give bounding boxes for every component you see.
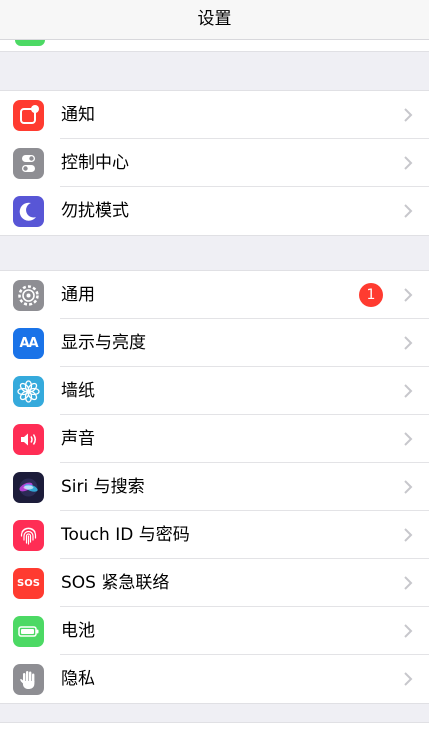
- chevron-right-icon: [404, 384, 413, 398]
- settings-row-label: 显示与亮度: [61, 333, 146, 353]
- settings-row-battery[interactable]: 电池: [0, 607, 429, 655]
- chevron-right-icon: [404, 480, 413, 494]
- settings-row-privacy[interactable]: 隐私: [0, 655, 429, 703]
- settings-row-do-not-disturb[interactable]: 勿扰模式: [0, 187, 429, 235]
- partial-app-icon: [15, 40, 45, 46]
- settings-row-touch-id-passcode[interactable]: Touch ID 与密码: [0, 511, 429, 559]
- chevron-right-icon: [404, 108, 413, 122]
- settings-row-general[interactable]: 通用 1: [0, 271, 429, 319]
- notifications-icon: [13, 100, 44, 131]
- sos-icon: SOS: [13, 568, 44, 599]
- settings-row-label: 通用: [61, 285, 95, 305]
- chevron-right-icon: [404, 156, 413, 170]
- settings-row-label: 勿扰模式: [61, 201, 129, 221]
- settings-row-emergency-sos[interactable]: SOS SOS 紧急联络: [0, 559, 429, 607]
- settings-row-label: 墙纸: [61, 381, 95, 401]
- settings-row-label: Siri 与搜索: [61, 477, 145, 497]
- chevron-right-icon: [404, 336, 413, 350]
- settings-row-sounds[interactable]: 声音: [0, 415, 429, 463]
- settings-row-wallpaper[interactable]: 墙纸: [0, 367, 429, 415]
- settings-group-general: 通用 1 AA 显示与亮度 墙纸 声音 Siri 与搜索 Touch ID 与密…: [0, 270, 429, 704]
- settings-row-label: 声音: [61, 429, 95, 449]
- chevron-right-icon: [404, 288, 413, 302]
- settings-row-notifications[interactable]: 通知: [0, 91, 429, 139]
- next-group-partial: [0, 722, 429, 735]
- notification-badge: 1: [359, 283, 383, 307]
- settings-row-label: Touch ID 与密码: [61, 525, 190, 545]
- chevron-right-icon: [404, 204, 413, 218]
- scrolled-row-partial[interactable]: [0, 40, 429, 52]
- settings-row-label: 通知: [61, 105, 95, 125]
- navigation-bar: 设置: [0, 0, 429, 40]
- hand-icon: [13, 664, 44, 695]
- display-aa-glyph: AA: [19, 336, 38, 351]
- chevron-right-icon: [404, 624, 413, 638]
- settings-row-display-brightness[interactable]: AA 显示与亮度: [0, 319, 429, 367]
- chevron-right-icon: [404, 528, 413, 542]
- settings-group-notifications: 通知 控制中心 勿扰模式: [0, 90, 429, 236]
- settings-row-label: SOS 紧急联络: [61, 573, 170, 593]
- siri-icon: [13, 472, 44, 503]
- wallpaper-flower-icon: [13, 376, 44, 407]
- speaker-icon: [13, 424, 44, 455]
- sos-glyph: SOS: [17, 578, 40, 589]
- chevron-right-icon: [404, 672, 413, 686]
- display-aa-icon: AA: [13, 328, 44, 359]
- settings-row-label: 隐私: [61, 669, 95, 689]
- page-title: 设置: [197, 9, 232, 29]
- moon-icon: [13, 196, 44, 227]
- settings-row-siri-search[interactable]: Siri 与搜索: [0, 463, 429, 511]
- settings-row-label: 电池: [61, 621, 95, 641]
- chevron-right-icon: [404, 576, 413, 590]
- chevron-right-icon: [404, 432, 413, 446]
- control-center-icon: [13, 148, 44, 179]
- settings-row-label: 控制中心: [61, 153, 129, 173]
- battery-icon: [13, 616, 44, 647]
- gear-icon: [13, 280, 44, 311]
- settings-row-control-center[interactable]: 控制中心: [0, 139, 429, 187]
- fingerprint-icon: [13, 520, 44, 551]
